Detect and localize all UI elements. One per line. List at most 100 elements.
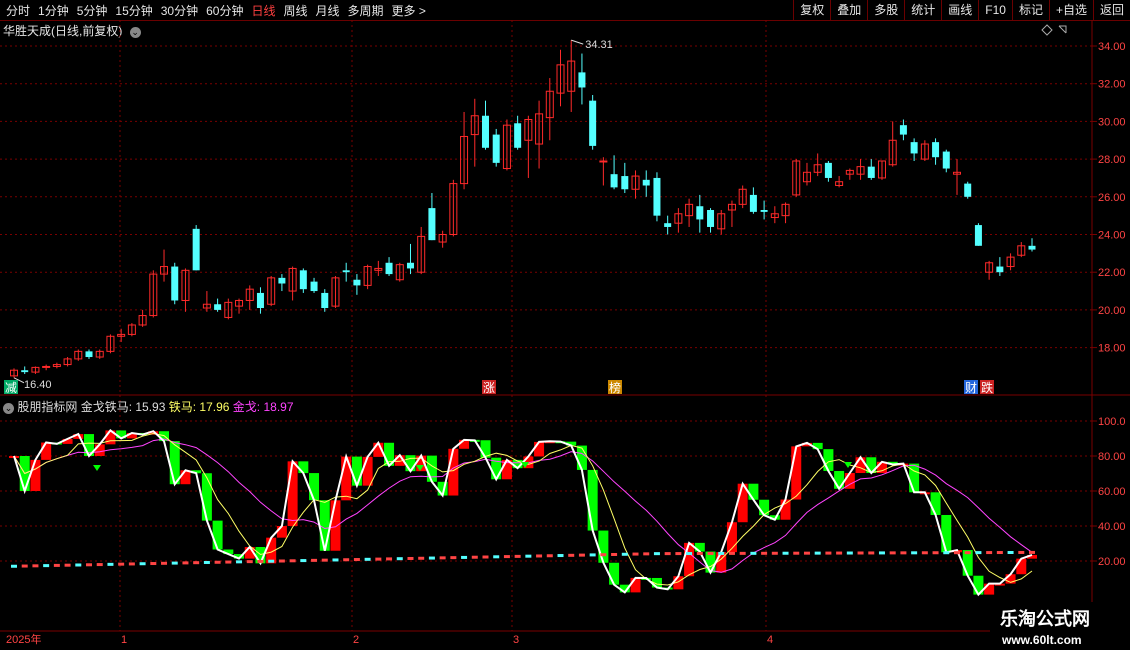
base-line-segment — [900, 551, 907, 555]
indicator-bar-up — [630, 577, 641, 593]
indicator-tick-label: 60.00 — [1098, 486, 1126, 498]
high-label: 34.31 — [585, 39, 613, 51]
base-line-segment — [450, 556, 457, 560]
base-line-segment — [857, 551, 864, 555]
candle-body-down — [942, 151, 950, 169]
candle-body-down — [824, 162, 832, 178]
base-line-segment — [482, 555, 489, 559]
base-line-segment — [814, 551, 821, 555]
base-line-segment — [1007, 550, 1014, 554]
base-line-segment — [911, 551, 918, 555]
base-line-segment — [996, 551, 1003, 555]
indicator-bar-up — [984, 583, 995, 595]
base-line-segment — [203, 560, 210, 564]
indicator-bar-down — [309, 473, 320, 501]
candle-body-down — [481, 115, 489, 148]
base-line-segment — [557, 554, 564, 558]
indicator-bar-up — [791, 446, 802, 500]
base-line-segment — [932, 551, 939, 555]
candle-body-down — [278, 277, 286, 284]
jingetiema-line — [13, 429, 1033, 597]
chevron-down-icon[interactable]: ⌄ — [3, 403, 14, 414]
base-line-segment — [471, 555, 478, 559]
base-line-segment — [493, 555, 500, 559]
indicator-bar-up — [534, 441, 545, 457]
indicator-bar-down — [930, 492, 941, 515]
indicator-bar-down — [598, 530, 609, 563]
candle-body-up — [42, 365, 51, 368]
base-line-segment — [953, 551, 960, 555]
event-marker-label: 减 — [5, 381, 17, 395]
indicator-tick-label: 100.0 — [1098, 416, 1126, 428]
base-line-segment — [161, 561, 168, 565]
base-line-segment — [825, 551, 832, 555]
base-line-segment — [696, 552, 703, 556]
candle-body-down — [996, 266, 1004, 273]
base-line-segment — [278, 559, 285, 563]
indicator-bar-up — [684, 542, 695, 577]
indicator-bar-up — [1016, 558, 1027, 575]
candle-body-down — [760, 209, 768, 212]
candle-body-down — [342, 270, 350, 273]
base-line-segment — [246, 560, 253, 564]
low-label: 16.40 — [24, 379, 52, 391]
candle-body-down — [310, 281, 318, 292]
base-line-segment — [236, 560, 243, 564]
base-line-segment — [578, 553, 585, 557]
time-axis-label: 3 — [513, 634, 519, 646]
indicator-tick-label: 20.00 — [1098, 556, 1126, 568]
base-line-segment — [128, 562, 135, 566]
candle-body-down — [428, 208, 436, 241]
candle-body-down — [749, 194, 757, 212]
indicator-bar-down — [587, 469, 598, 531]
base-line-segment — [771, 551, 778, 555]
base-line-segment — [289, 559, 296, 563]
base-line-segment — [150, 562, 157, 566]
candle-body-up — [599, 160, 608, 163]
indicator-bar-down — [609, 562, 620, 585]
base-line-segment — [332, 558, 339, 562]
candle-body-down — [321, 292, 329, 309]
price-tick-label: 28.00 — [1098, 154, 1126, 166]
price-tick-label: 22.00 — [1098, 267, 1126, 279]
event-marker-label: 跌 — [981, 380, 993, 395]
candle-body-down — [492, 134, 500, 163]
base-line-segment — [311, 558, 318, 562]
indicator-bar-up — [330, 500, 341, 551]
candle-body-down — [932, 142, 940, 158]
indicator-bar-down — [212, 520, 223, 550]
indicator-bar-down — [351, 456, 362, 486]
indicator-bar-down — [823, 449, 834, 471]
candle-body-down — [214, 304, 222, 310]
price-tick-label: 26.00 — [1098, 192, 1126, 204]
indicator-bar-up — [341, 456, 352, 501]
indicator-tick-label: 80.00 — [1098, 451, 1126, 463]
base-line-segment — [43, 564, 50, 568]
expand-icon — [1058, 25, 1067, 34]
indicator-bar-up — [780, 499, 791, 520]
down-arrow-icon — [93, 465, 101, 471]
base-line-segment — [718, 551, 725, 555]
base-line-segment — [225, 560, 232, 564]
base-line-segment — [268, 559, 275, 563]
base-line-segment — [986, 551, 993, 555]
base-line-segment — [353, 558, 360, 562]
base-line-segment — [675, 552, 682, 556]
base-line-segment — [1018, 550, 1025, 554]
candle-body-down — [192, 228, 200, 271]
time-axis-label: 2 — [353, 634, 359, 646]
event-marker-label: 财 — [965, 381, 977, 395]
base-line-segment — [418, 556, 425, 560]
candle-body-down — [899, 125, 907, 135]
indicator-bar-up — [180, 470, 191, 485]
kline-chart[interactable]: 34.00 32.00 30.00 28.00 26.00 24.00 22.00 20.00… — [0, 0, 1130, 650]
base-line-segment — [761, 551, 768, 555]
indicator-tick-label: 40.00 — [1098, 521, 1126, 533]
base-line-segment — [664, 552, 671, 556]
base-line-segment — [546, 554, 553, 558]
watermark-title: 乐淘公式网 — [1000, 608, 1090, 629]
base-line-segment — [525, 554, 532, 558]
indicator-bar-down — [834, 470, 845, 489]
base-line-segment — [75, 563, 82, 567]
base-line-segment — [407, 556, 414, 560]
